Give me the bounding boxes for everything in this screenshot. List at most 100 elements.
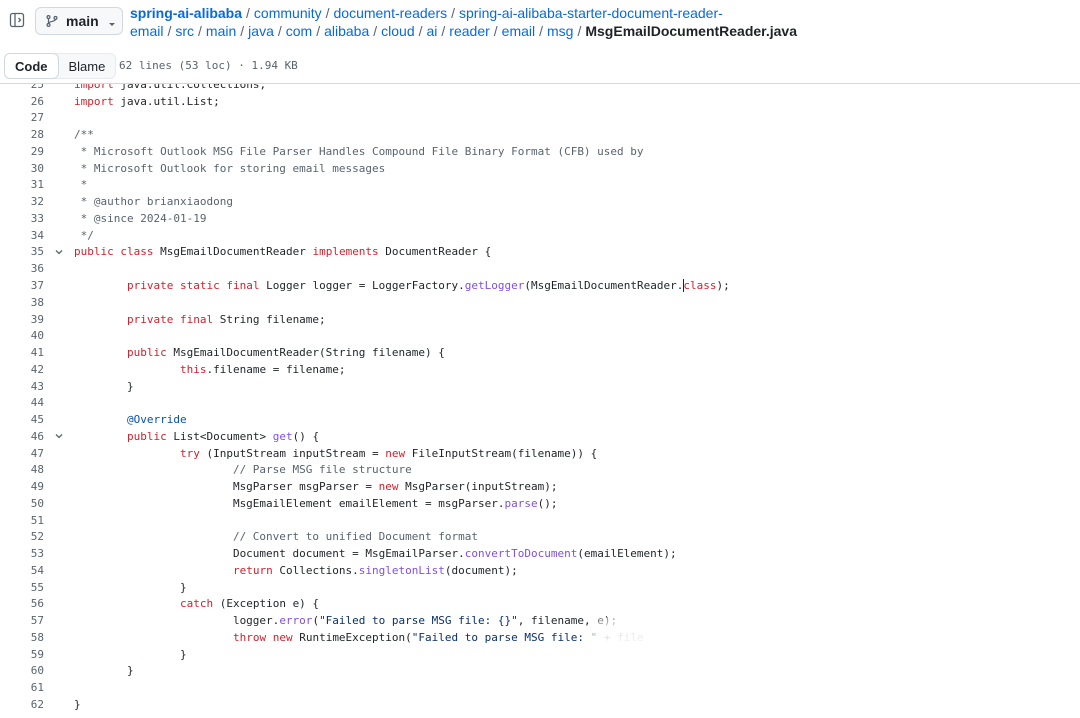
line-number[interactable]: 26 (0, 95, 44, 108)
code-line[interactable]: 58 throw new RuntimeException("Failed to… (0, 629, 1080, 646)
code-line[interactable]: 59 } (0, 646, 1080, 663)
code-line[interactable]: 52 // Convert to unified Document format (0, 529, 1080, 546)
code-line[interactable]: 39 private final String filename; (0, 311, 1080, 328)
code-line[interactable]: 43 } (0, 378, 1080, 395)
breadcrumb-link[interactable]: community (254, 5, 322, 21)
code-line[interactable]: 35 public class MsgEmailDocumentReader im… (0, 244, 1080, 261)
breadcrumb-separator: / (451, 5, 456, 21)
code-line[interactable]: 44 (0, 394, 1080, 411)
code-line[interactable]: 50 MsgEmailElement emailElement = msgPar… (0, 495, 1080, 512)
line-number[interactable]: 31 (0, 178, 44, 191)
line-number[interactable]: 43 (0, 380, 44, 393)
line-number[interactable]: 42 (0, 363, 44, 376)
code-line[interactable]: 32 * @author brianxiaodong (0, 193, 1080, 210)
breadcrumb-link[interactable]: document-readers (334, 5, 448, 21)
line-number[interactable]: 37 (0, 279, 44, 292)
line-number[interactable]: 32 (0, 195, 44, 208)
line-number[interactable]: 62 (0, 698, 44, 711)
line-number[interactable]: 55 (0, 581, 44, 594)
code-line[interactable]: 49 MsgParser msgParser = new MsgParser(i… (0, 478, 1080, 495)
tab-blame[interactable]: Blame (59, 54, 116, 78)
code-line[interactable]: 37 private static final Logger logger = … (0, 277, 1080, 294)
breadcrumb-link[interactable]: cloud (381, 23, 414, 39)
line-number[interactable]: 59 (0, 648, 44, 661)
code-line[interactable]: 38 (0, 294, 1080, 311)
line-number[interactable]: 57 (0, 614, 44, 627)
line-number[interactable]: 51 (0, 514, 44, 527)
branch-selector-button[interactable]: main (35, 7, 123, 35)
code-line[interactable]: 28 /** (0, 126, 1080, 143)
breadcrumb-link[interactable]: src (175, 23, 194, 39)
code-line[interactable]: 30 * Microsoft Outlook for storing email… (0, 160, 1080, 177)
line-number[interactable]: 34 (0, 229, 44, 242)
code-line[interactable]: 51 (0, 512, 1080, 529)
line-number[interactable]: 36 (0, 262, 44, 275)
line-number[interactable]: 40 (0, 329, 44, 342)
line-number[interactable]: 45 (0, 413, 44, 426)
line-number[interactable]: 58 (0, 631, 44, 644)
line-number[interactable]: 49 (0, 480, 44, 493)
breadcrumb-separator: / (167, 23, 172, 39)
breadcrumb-link[interactable]: alibaba (324, 23, 369, 39)
code-line[interactable]: 60 } (0, 663, 1080, 680)
code-line[interactable]: 41 public MsgEmailDocumentReader(String … (0, 344, 1080, 361)
code-line[interactable]: 34 */ (0, 227, 1080, 244)
code-line[interactable]: 48 // Parse MSG file structure (0, 461, 1080, 478)
line-number[interactable]: 56 (0, 597, 44, 610)
line-number[interactable]: 60 (0, 664, 44, 677)
line-number[interactable]: 41 (0, 346, 44, 359)
code-line[interactable]: 40 (0, 327, 1080, 344)
line-number[interactable]: 29 (0, 145, 44, 158)
breadcrumb-link[interactable]: main (206, 23, 236, 39)
breadcrumb-link[interactable]: com (286, 23, 312, 39)
code-line[interactable]: 56 catch (Exception e) { (0, 596, 1080, 613)
tab-code[interactable]: Code (4, 53, 59, 79)
line-number[interactable]: 38 (0, 296, 44, 309)
breadcrumb-link[interactable]: msg (547, 23, 573, 39)
code-line[interactable]: 33 * @since 2024-01-19 (0, 210, 1080, 227)
line-number[interactable]: 30 (0, 162, 44, 175)
code-line[interactable]: 61 (0, 679, 1080, 696)
chevron-down-icon[interactable] (44, 244, 74, 261)
code-line[interactable]: 57 logger.error("Failed to parse MSG fil… (0, 612, 1080, 629)
line-number[interactable]: 46 (0, 430, 44, 443)
fold-gutter (44, 361, 74, 378)
code-text: } (74, 379, 134, 393)
line-number[interactable]: 53 (0, 547, 44, 560)
code-line[interactable]: 29 * Microsoft Outlook MSG File Parser H… (0, 143, 1080, 160)
sidebar-toggle-icon[interactable] (9, 12, 27, 30)
line-number[interactable]: 39 (0, 313, 44, 326)
line-number[interactable]: 28 (0, 128, 44, 141)
code-line[interactable]: 62} (0, 696, 1080, 713)
chevron-down-icon[interactable] (44, 428, 74, 445)
line-number[interactable]: 33 (0, 212, 44, 225)
code-line[interactable]: 42 this.filename = filename; (0, 361, 1080, 378)
line-number[interactable]: 61 (0, 681, 44, 694)
line-number[interactable]: 50 (0, 497, 44, 510)
line-number[interactable]: 44 (0, 396, 44, 409)
code-line[interactable]: 46 public List<Document> get() { (0, 428, 1080, 445)
code-line[interactable]: 25 import java.util.Collections; (0, 84, 1080, 93)
code-line[interactable]: 36 (0, 260, 1080, 277)
code-line[interactable]: 45 @Override (0, 411, 1080, 428)
code-line[interactable]: 54 return Collections.singletonList(docu… (0, 562, 1080, 579)
code-line[interactable]: 55 } (0, 579, 1080, 596)
code-line[interactable]: 27 (0, 110, 1080, 127)
code-line[interactable]: 26 import java.util.List; (0, 93, 1080, 110)
code-line[interactable]: 47 try (InputStream inputStream = new Fi… (0, 445, 1080, 462)
code-viewer[interactable]: 25 import java.util.Collections; 26 import … (0, 84, 1080, 718)
line-number[interactable]: 52 (0, 530, 44, 543)
breadcrumb-link[interactable]: ai (427, 23, 438, 39)
line-number[interactable]: 47 (0, 447, 44, 460)
line-number[interactable]: 54 (0, 564, 44, 577)
line-number[interactable]: 27 (0, 111, 44, 124)
breadcrumb-link[interactable]: email (502, 23, 535, 39)
breadcrumb-link[interactable]: reader (449, 23, 489, 39)
line-number[interactable]: 48 (0, 463, 44, 476)
line-number[interactable]: 35 (0, 245, 44, 258)
breadcrumb-repo-link[interactable]: spring-ai-alibaba (130, 5, 242, 21)
breadcrumb-link[interactable]: java (248, 23, 274, 39)
line-number[interactable]: 25 (0, 84, 44, 91)
code-line[interactable]: 31 * (0, 177, 1080, 194)
code-line[interactable]: 53 Document document = MsgEmailParser.co… (0, 545, 1080, 562)
